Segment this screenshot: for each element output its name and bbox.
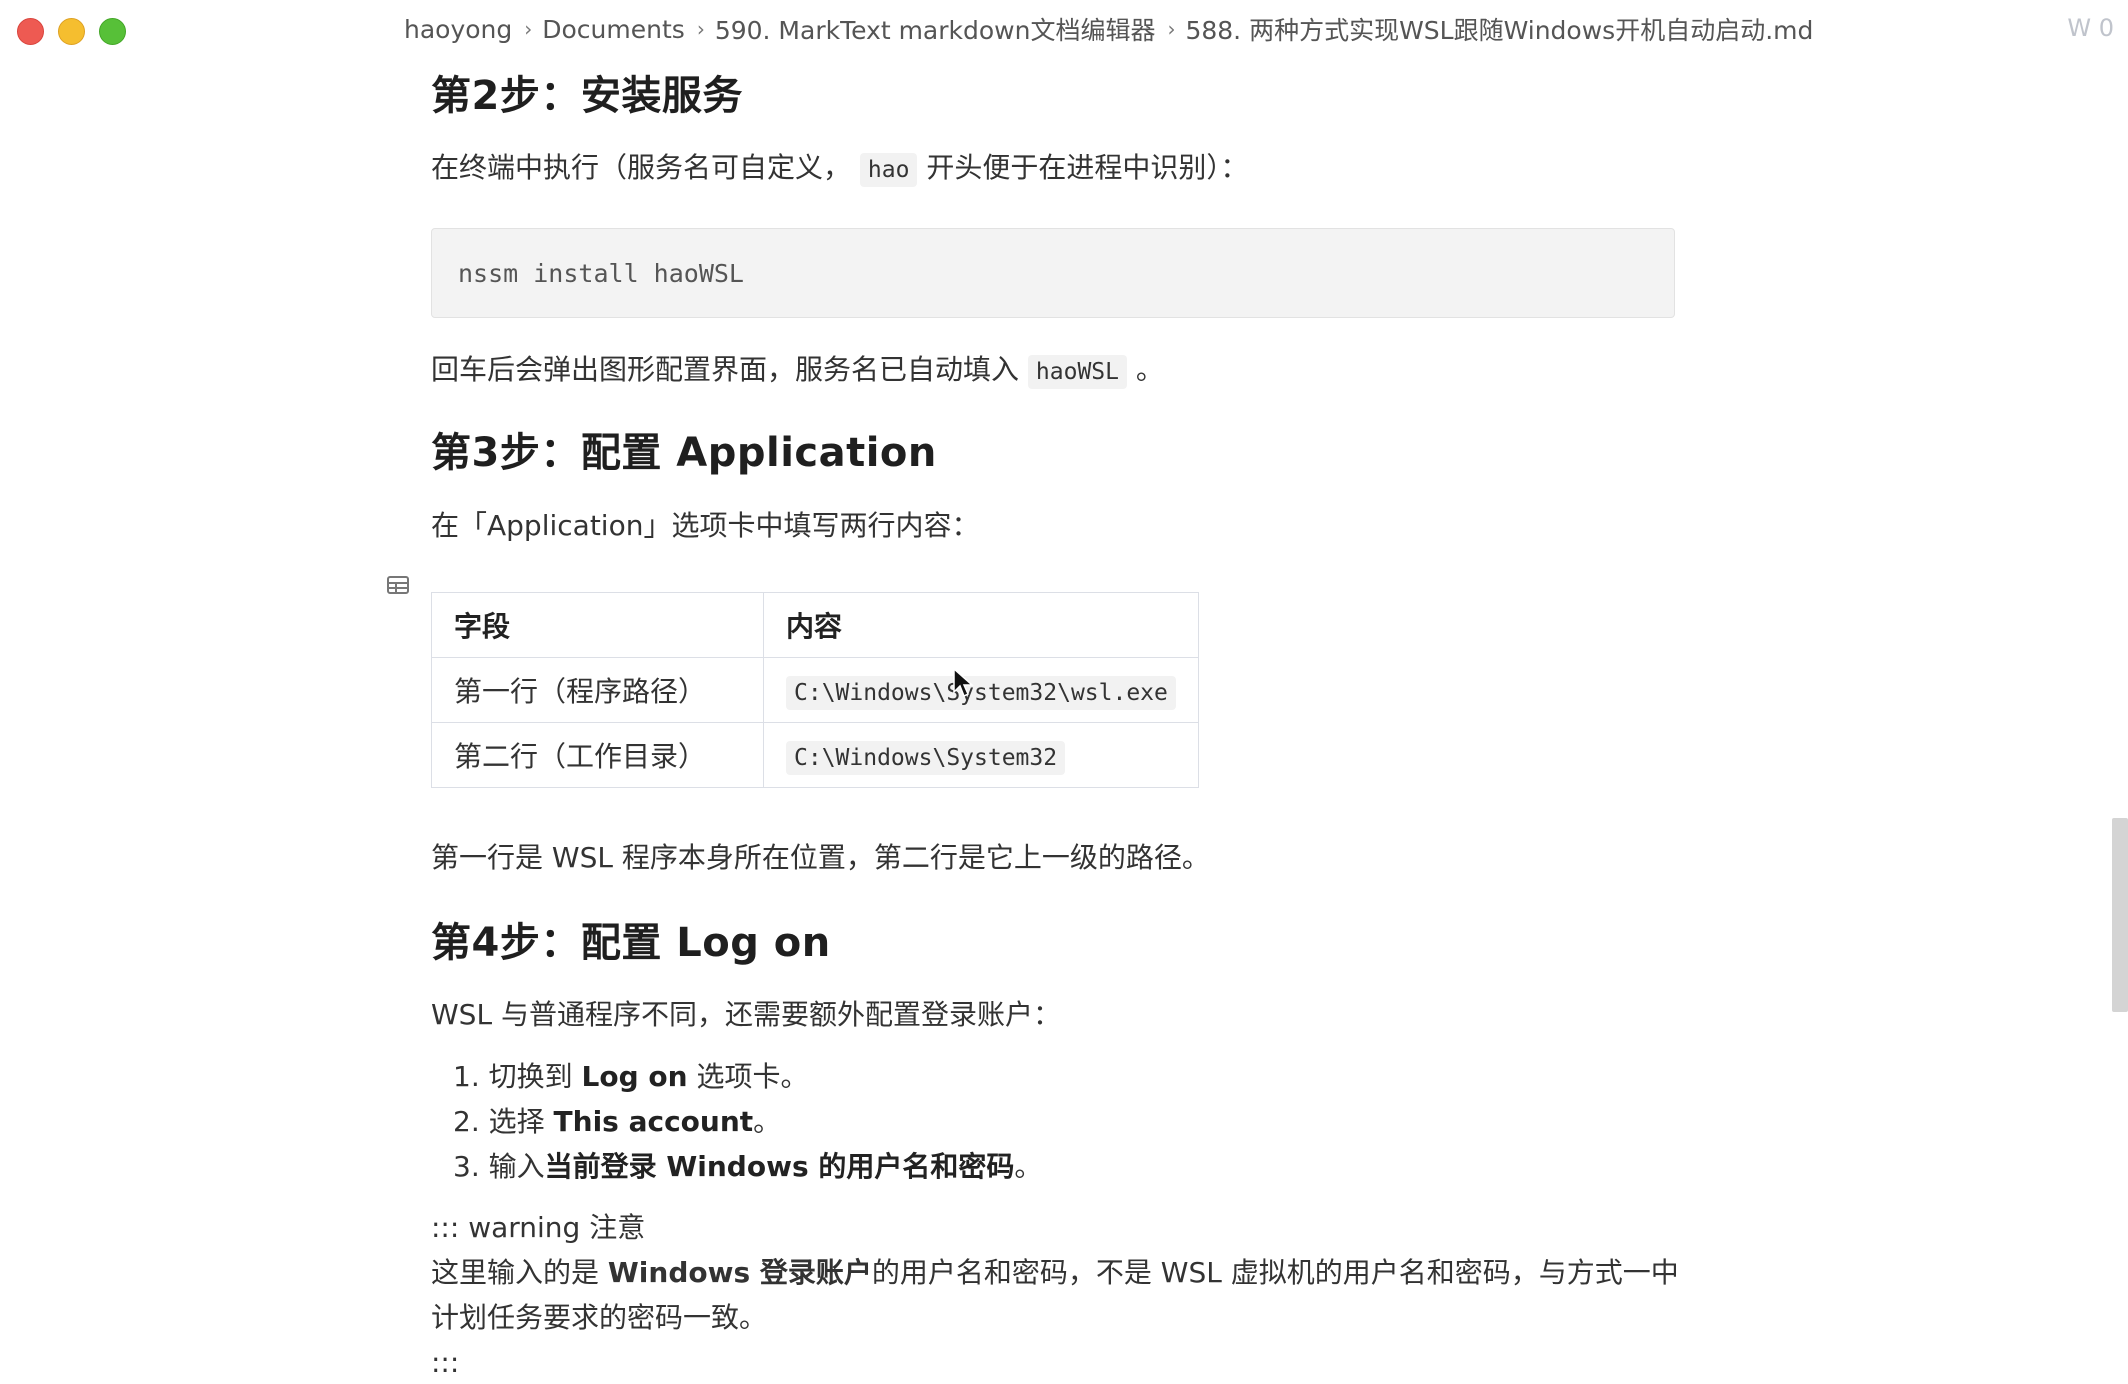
- step2-after-text: 回车后会弹出图形配置界面，服务名已自动填入: [431, 353, 1020, 386]
- table-tools-icon[interactable]: [387, 576, 409, 594]
- list-text-end: 选项卡。: [687, 1060, 809, 1093]
- table-cell[interactable]: C:\Windows\System32: [763, 722, 1199, 788]
- table-cell[interactable]: C:\Windows\System32\wsl.exe: [763, 657, 1199, 723]
- list-text: 输入: [488, 1150, 545, 1183]
- list-item: 3. 输入当前登录 Windows 的用户名和密码。: [453, 1144, 1042, 1189]
- list-bold: Log on: [581, 1060, 688, 1093]
- code-block[interactable]: nssm install haoWSL: [431, 228, 1675, 318]
- step2-after-end: 。: [1135, 353, 1164, 386]
- chevron-right-icon: ›: [524, 17, 533, 41]
- list-text-end: 。: [753, 1105, 782, 1138]
- install-command: nssm install haoWSL: [458, 258, 744, 288]
- list-bold: 当前登录 Windows 的用户名和密码: [544, 1150, 1015, 1183]
- step4-intro: WSL 与普通程序不同，还需要额外配置登录账户：: [431, 998, 1061, 1031]
- list-item: 1. 切换到 Log on 选项卡。: [453, 1054, 1042, 1099]
- step2-after: 回车后会弹出图形配置界面，服务名已自动填入 haoWSL 。: [431, 350, 1164, 392]
- chevron-right-icon: ›: [1167, 17, 1176, 41]
- warning-text-end: 的用户名和密码，不是 WSL 虚拟机的用户名和密码，与方式一中: [871, 1256, 1679, 1289]
- list-number: 2.: [453, 1105, 480, 1138]
- maximize-window-button[interactable]: [99, 18, 126, 45]
- breadcrumb: haoyong › Documents › 590. MarkText mark…: [404, 12, 1813, 46]
- step2-heading: 第2步：安装服务: [431, 73, 743, 119]
- inline-code: C:\Windows\System32\wsl.exe: [786, 675, 1176, 710]
- close-window-button[interactable]: [17, 18, 44, 45]
- list-text: 切换到: [488, 1060, 582, 1093]
- table-header-field[interactable]: 字段: [431, 592, 764, 658]
- list-bold: This account: [553, 1105, 754, 1138]
- step3-heading: 第3步：配置 Application: [431, 430, 937, 476]
- table-row: 第二行（工作目录） C:\Windows\System32: [431, 722, 1199, 788]
- warning-bold: Windows 登录账户: [607, 1256, 872, 1289]
- minimize-window-button[interactable]: [58, 18, 85, 45]
- breadcrumb-item-file[interactable]: 588. 两种方式实现WSL跟随Windows开机自动启动.md: [1185, 11, 1813, 47]
- inline-code: hao: [859, 153, 918, 187]
- step3-intro: 在「Application」选项卡中填写两行内容：: [431, 509, 980, 542]
- table-header-content[interactable]: 内容: [763, 592, 1199, 658]
- step3-note: 第一行是 WSL 程序本身所在位置，第二行是它上一级的路径。: [431, 841, 1210, 874]
- warning-line2: 计划任务要求的密码一致。: [431, 1301, 768, 1334]
- marktext-window: haoyong › Documents › 590. MarkText mark…: [0, 0, 2128, 1384]
- table-header-row: 字段 内容: [431, 592, 1199, 658]
- warning-close: :::: [431, 1346, 460, 1379]
- steps-list: 1. 切换到 Log on 选项卡。 2. 选择 This account。 3…: [453, 1054, 1042, 1189]
- step2-intro-text-end: 开头便于在进程中识别）：: [926, 151, 1249, 184]
- step2-intro-text: 在终端中执行（服务名可自定义，: [431, 151, 852, 184]
- list-number: 1.: [453, 1060, 480, 1093]
- warning-line1: 这里输入的是 Windows 登录账户的用户名和密码，不是 WSL 虚拟机的用户…: [431, 1253, 1679, 1293]
- list-item: 2. 选择 This account。: [453, 1099, 1042, 1144]
- step4-heading: 第4步：配置 Log on: [431, 920, 831, 966]
- inline-code: haoWSL: [1027, 355, 1128, 389]
- chevron-right-icon: ›: [696, 17, 705, 41]
- breadcrumb-item-documents[interactable]: Documents: [542, 15, 685, 44]
- warning-open: ::: warning 注意: [431, 1211, 646, 1244]
- breadcrumb-item-user[interactable]: haoyong: [404, 15, 512, 44]
- table-cell[interactable]: 第一行（程序路径）: [431, 657, 764, 723]
- fields-table[interactable]: 字段 内容 第一行（程序路径） C:\Windows\System32\wsl.…: [431, 592, 1199, 788]
- word-count[interactable]: W 0: [2067, 14, 2114, 42]
- warning-text: 这里输入的是: [431, 1256, 608, 1289]
- mouse-pointer-icon: [953, 668, 974, 698]
- list-number: 3.: [453, 1150, 480, 1183]
- scrollbar-thumb[interactable]: [2112, 818, 2128, 1012]
- list-text-end: 。: [1014, 1150, 1043, 1183]
- breadcrumb-item-folder[interactable]: 590. MarkText markdown文档编辑器: [715, 11, 1156, 47]
- step2-intro: 在终端中执行（服务名可自定义， hao 开头便于在进程中识别）：: [431, 148, 1248, 190]
- inline-code: C:\Windows\System32: [786, 740, 1066, 775]
- table-row: 第一行（程序路径） C:\Windows\System32\wsl.exe: [431, 657, 1199, 723]
- list-text: 选择: [488, 1105, 554, 1138]
- table-cell[interactable]: 第二行（工作目录）: [431, 722, 764, 788]
